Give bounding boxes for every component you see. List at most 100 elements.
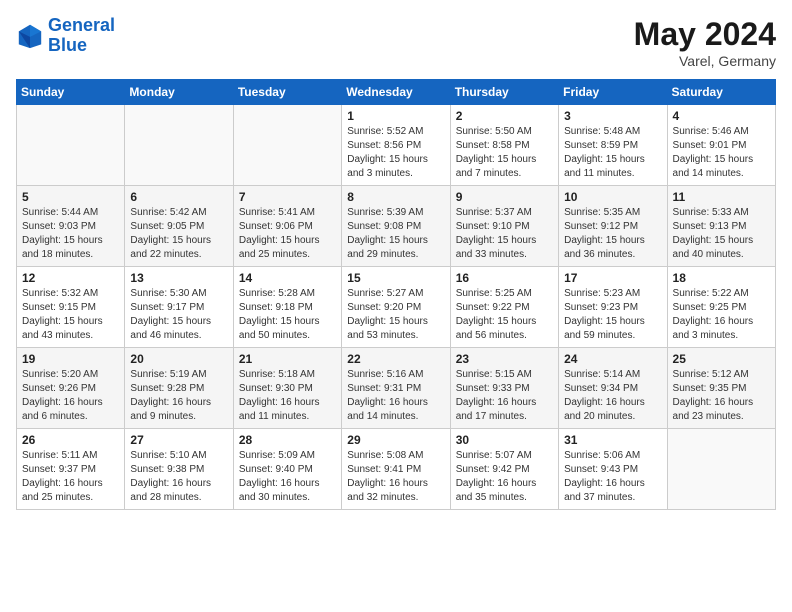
day-info: Sunrise: 5:35 AM Sunset: 9:12 PM Dayligh… bbox=[564, 206, 661, 262]
title-block: May 2024 Varel, Germany bbox=[634, 16, 776, 69]
day-number: 1 bbox=[347, 109, 444, 123]
calendar-day-cell: 19Sunrise: 5:20 AM Sunset: 9:26 PM Dayli… bbox=[17, 348, 125, 429]
day-info: Sunrise: 5:46 AM Sunset: 9:01 PM Dayligh… bbox=[673, 125, 770, 181]
day-info: Sunrise: 5:23 AM Sunset: 9:23 PM Dayligh… bbox=[564, 287, 661, 343]
calendar-day-cell: 29 Sunrise: 5:08 AM Sunset: 9:41 PM Dayli… bbox=[342, 429, 450, 510]
calendar-day-cell: 31Sunrise: 5:06 AM Sunset: 9:43 PM Dayli… bbox=[559, 429, 667, 510]
day-info: Sunrise: 5:41 AM Sunset: 9:06 PM Dayligh… bbox=[239, 206, 336, 262]
day-number: 6 bbox=[130, 190, 227, 204]
calendar-day-cell: 15Sunrise: 5:27 AM Sunset: 9:20 PM Dayli… bbox=[342, 267, 450, 348]
day-info: Sunrise: 5:20 AM Sunset: 9:26 PM Dayligh… bbox=[22, 368, 119, 424]
day-info: Sunrise: 5:37 AM Sunset: 9:10 PM Dayligh… bbox=[456, 206, 553, 262]
day-number: 13 bbox=[130, 271, 227, 285]
calendar-day-cell: 4 Sunrise: 5:46 AM Sunset: 9:01 PM Daylig… bbox=[667, 105, 775, 186]
calendar-day-cell: 16Sunrise: 5:25 AM Sunset: 9:22 PM Dayli… bbox=[450, 267, 558, 348]
day-info: Sunrise: 5:32 AM Sunset: 9:15 PM Dayligh… bbox=[22, 287, 119, 343]
calendar-day-cell: 7 Sunrise: 5:41 AM Sunset: 9:06 PM Daylig… bbox=[233, 186, 341, 267]
day-number: 2 bbox=[456, 109, 553, 123]
calendar-day-cell: 12 Sunrise: 5:32 AM Sunset: 9:15 PM Dayli… bbox=[17, 267, 125, 348]
calendar-day-cell: 2 Sunrise: 5:50 AM Sunset: 8:58 PM Daylig… bbox=[450, 105, 558, 186]
day-info: Sunrise: 5:08 AM Sunset: 9:41 PM Dayligh… bbox=[347, 449, 444, 505]
calendar-day-cell: 26 Sunrise: 5:11 AM Sunset: 9:37 PM Dayli… bbox=[17, 429, 125, 510]
day-number: 10 bbox=[564, 190, 661, 204]
calendar-day-cell: 9Sunrise: 5:37 AM Sunset: 9:10 PM Daylig… bbox=[450, 186, 558, 267]
day-info: Sunrise: 5:12 AM Sunset: 9:35 PM Dayligh… bbox=[673, 368, 770, 424]
day-number: 17 bbox=[564, 271, 661, 285]
day-info: Sunrise: 5:33 AM Sunset: 9:13 PM Dayligh… bbox=[673, 206, 770, 262]
day-number: 4 bbox=[673, 109, 770, 123]
day-info: Sunrise: 5:10 AM Sunset: 9:38 PM Dayligh… bbox=[130, 449, 227, 505]
day-number: 14 bbox=[239, 271, 336, 285]
logo-blue: Blue bbox=[48, 35, 87, 55]
day-info: Sunrise: 5:48 AM Sunset: 8:59 PM Dayligh… bbox=[564, 125, 661, 181]
logo: General Blue bbox=[16, 16, 115, 56]
day-number: 20 bbox=[130, 352, 227, 366]
calendar-week-row: 12 Sunrise: 5:32 AM Sunset: 9:15 PM Dayli… bbox=[17, 267, 776, 348]
day-of-week-header: Sunday bbox=[17, 80, 125, 105]
calendar-day-cell: 8 Sunrise: 5:39 AM Sunset: 9:08 PM Daylig… bbox=[342, 186, 450, 267]
calendar-week-row: 19Sunrise: 5:20 AM Sunset: 9:26 PM Dayli… bbox=[17, 348, 776, 429]
calendar-day-cell: 13 Sunrise: 5:30 AM Sunset: 9:17 PM Dayli… bbox=[125, 267, 233, 348]
day-info: Sunrise: 5:18 AM Sunset: 9:30 PM Dayligh… bbox=[239, 368, 336, 424]
day-info: Sunrise: 5:14 AM Sunset: 9:34 PM Dayligh… bbox=[564, 368, 661, 424]
day-number: 12 bbox=[22, 271, 119, 285]
day-info: Sunrise: 5:11 AM Sunset: 9:37 PM Dayligh… bbox=[22, 449, 119, 505]
day-number: 11 bbox=[673, 190, 770, 204]
day-number: 30 bbox=[456, 433, 553, 447]
calendar-day-cell: 11 Sunrise: 5:33 AM Sunset: 9:13 PM Dayli… bbox=[667, 186, 775, 267]
day-of-week-header: Saturday bbox=[667, 80, 775, 105]
calendar-week-row: 5 Sunrise: 5:44 AM Sunset: 9:03 PM Daylig… bbox=[17, 186, 776, 267]
day-of-week-header: Wednesday bbox=[342, 80, 450, 105]
calendar-day-cell: 17 Sunrise: 5:23 AM Sunset: 9:23 PM Dayli… bbox=[559, 267, 667, 348]
day-info: Sunrise: 5:07 AM Sunset: 9:42 PM Dayligh… bbox=[456, 449, 553, 505]
day-info: Sunrise: 5:50 AM Sunset: 8:58 PM Dayligh… bbox=[456, 125, 553, 181]
day-number: 25 bbox=[673, 352, 770, 366]
calendar-day-cell: 6 Sunrise: 5:42 AM Sunset: 9:05 PM Daylig… bbox=[125, 186, 233, 267]
calendar-day-cell: 10 Sunrise: 5:35 AM Sunset: 9:12 PM Dayli… bbox=[559, 186, 667, 267]
day-info: Sunrise: 5:42 AM Sunset: 9:05 PM Dayligh… bbox=[130, 206, 227, 262]
calendar-day-cell: 21Sunrise: 5:18 AM Sunset: 9:30 PM Dayli… bbox=[233, 348, 341, 429]
day-number: 8 bbox=[347, 190, 444, 204]
day-info: Sunrise: 5:30 AM Sunset: 9:17 PM Dayligh… bbox=[130, 287, 227, 343]
calendar-day-cell: 30 Sunrise: 5:07 AM Sunset: 9:42 PM Dayli… bbox=[450, 429, 558, 510]
calendar-day-cell: 23Sunrise: 5:15 AM Sunset: 9:33 PM Dayli… bbox=[450, 348, 558, 429]
page-header: General Blue May 2024 Varel, Germany bbox=[16, 16, 776, 69]
day-info: Sunrise: 5:44 AM Sunset: 9:03 PM Dayligh… bbox=[22, 206, 119, 262]
day-info: Sunrise: 5:22 AM Sunset: 9:25 PM Dayligh… bbox=[673, 287, 770, 343]
day-info: Sunrise: 5:39 AM Sunset: 9:08 PM Dayligh… bbox=[347, 206, 444, 262]
day-of-week-header: Monday bbox=[125, 80, 233, 105]
day-number: 22 bbox=[347, 352, 444, 366]
month-title: May 2024 bbox=[634, 16, 776, 53]
calendar-week-row: 1 Sunrise: 5:52 AM Sunset: 8:56 PM Daylig… bbox=[17, 105, 776, 186]
location: Varel, Germany bbox=[634, 53, 776, 69]
day-number: 26 bbox=[22, 433, 119, 447]
day-of-week-header: Tuesday bbox=[233, 80, 341, 105]
day-number: 5 bbox=[22, 190, 119, 204]
day-number: 23 bbox=[456, 352, 553, 366]
calendar-day-cell: 25 Sunrise: 5:12 AM Sunset: 9:35 PM Dayli… bbox=[667, 348, 775, 429]
day-number: 27 bbox=[130, 433, 227, 447]
calendar-day-cell: 20 Sunrise: 5:19 AM Sunset: 9:28 PM Dayli… bbox=[125, 348, 233, 429]
day-info: Sunrise: 5:52 AM Sunset: 8:56 PM Dayligh… bbox=[347, 125, 444, 181]
day-number: 24 bbox=[564, 352, 661, 366]
day-of-week-header: Thursday bbox=[450, 80, 558, 105]
day-info: Sunrise: 5:25 AM Sunset: 9:22 PM Dayligh… bbox=[456, 287, 553, 343]
calendar-day-cell bbox=[233, 105, 341, 186]
logo-general: General bbox=[48, 15, 115, 35]
day-info: Sunrise: 5:09 AM Sunset: 9:40 PM Dayligh… bbox=[239, 449, 336, 505]
calendar-day-cell bbox=[17, 105, 125, 186]
calendar-day-cell: 27 Sunrise: 5:10 AM Sunset: 9:38 PM Dayli… bbox=[125, 429, 233, 510]
calendar-day-cell: 22 Sunrise: 5:16 AM Sunset: 9:31 PM Dayli… bbox=[342, 348, 450, 429]
calendar-day-cell bbox=[125, 105, 233, 186]
day-number: 7 bbox=[239, 190, 336, 204]
day-info: Sunrise: 5:16 AM Sunset: 9:31 PM Dayligh… bbox=[347, 368, 444, 424]
calendar-day-cell bbox=[667, 429, 775, 510]
day-info: Sunrise: 5:28 AM Sunset: 9:18 PM Dayligh… bbox=[239, 287, 336, 343]
calendar-table: SundayMondayTuesdayWednesdayThursdayFrid… bbox=[16, 79, 776, 510]
day-info: Sunrise: 5:19 AM Sunset: 9:28 PM Dayligh… bbox=[130, 368, 227, 424]
logo-text: General Blue bbox=[48, 16, 115, 56]
day-number: 29 bbox=[347, 433, 444, 447]
day-number: 18 bbox=[673, 271, 770, 285]
calendar-header-row: SundayMondayTuesdayWednesdayThursdayFrid… bbox=[17, 80, 776, 105]
calendar-week-row: 26 Sunrise: 5:11 AM Sunset: 9:37 PM Dayli… bbox=[17, 429, 776, 510]
